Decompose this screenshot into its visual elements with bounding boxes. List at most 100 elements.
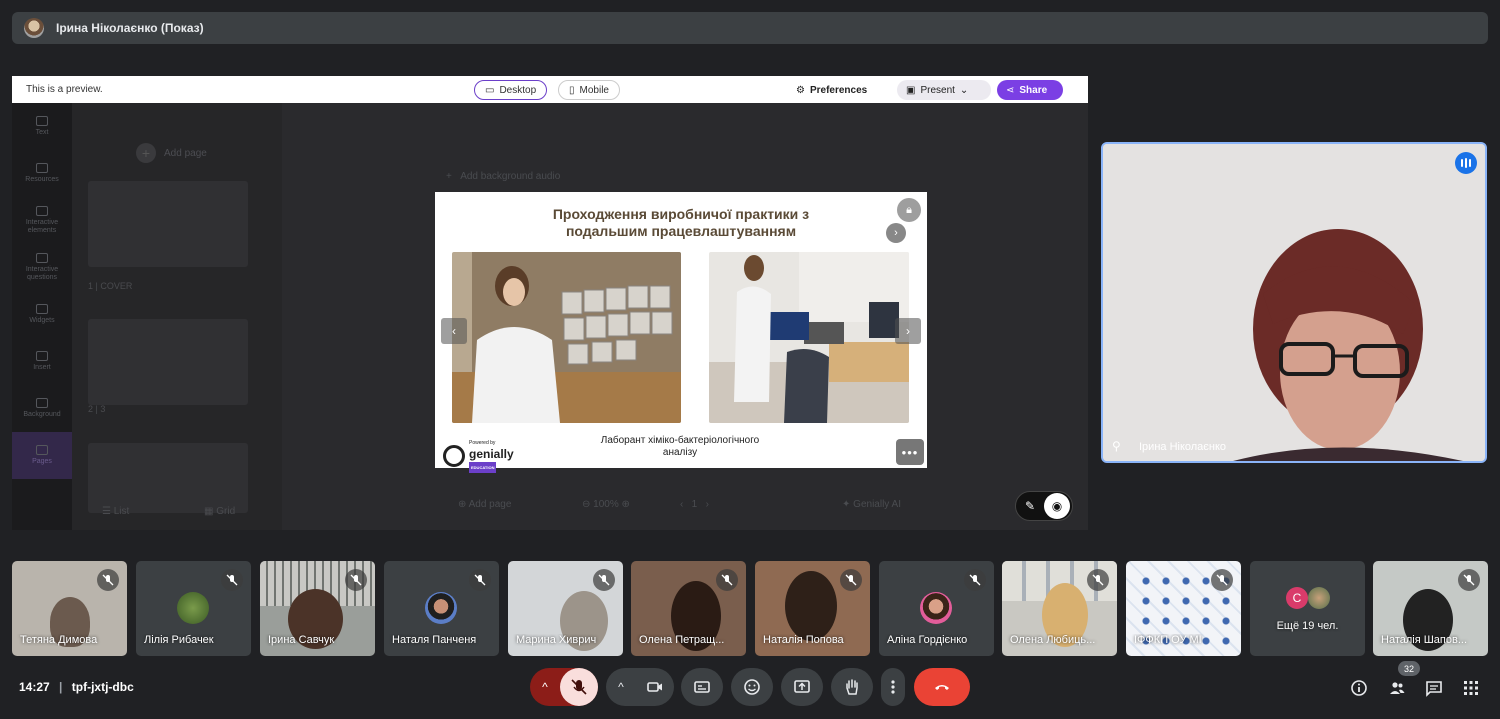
share-label: Share bbox=[1019, 84, 1048, 96]
eye-icon[interactable]: ◉ bbox=[1044, 493, 1070, 519]
audio-label: Add background audio bbox=[460, 171, 561, 182]
page-thumbnail[interactable] bbox=[88, 181, 248, 267]
more-participants-tile[interactable]: C Ещё 19 чел. bbox=[1250, 561, 1365, 656]
pin-icon[interactable]: ⚲ bbox=[1112, 439, 1121, 453]
genially-ai-label: Genially AI bbox=[853, 499, 901, 510]
emoji-button[interactable] bbox=[731, 668, 773, 706]
camera-button[interactable] bbox=[636, 678, 674, 696]
chevron-right-icon[interactable]: › bbox=[886, 223, 906, 243]
sidebar-item-insert[interactable]: Insert bbox=[12, 338, 72, 385]
sidebar-item-resources[interactable]: Resources bbox=[12, 150, 72, 197]
sidebar-item-interactive-elements[interactable]: Interactive elements bbox=[12, 197, 72, 244]
lock-icon[interactable]: 🔒︎ bbox=[897, 198, 921, 222]
mic-off-button[interactable] bbox=[560, 668, 598, 706]
participant-name: Олена Петращ... bbox=[639, 634, 725, 646]
divider: | bbox=[59, 680, 63, 694]
participant-tile[interactable]: Лілія Рибачек bbox=[136, 561, 251, 656]
preview-notice: This is a preview. bbox=[26, 84, 103, 95]
raise-hand-button[interactable] bbox=[831, 668, 873, 706]
share-icon: ⋖ bbox=[1006, 84, 1015, 96]
chat-button[interactable] bbox=[1422, 676, 1446, 700]
edit-preview-toggle[interactable]: ✎ ◉ bbox=[1015, 491, 1073, 521]
genially-preview-bar: This is a preview. ▭ Desktop ▯ Mobile ⚙ … bbox=[12, 76, 1088, 103]
participant-name: ІФФКП ОУ МІ bbox=[1134, 634, 1202, 646]
brand-name: genially bbox=[469, 447, 514, 461]
sidebar-label: Insert bbox=[33, 364, 51, 371]
page-thumbnail[interactable] bbox=[88, 443, 248, 513]
lab-photo-2 bbox=[709, 252, 909, 423]
share-button[interactable]: ⋖ Share bbox=[997, 80, 1063, 100]
monitor-icon: ▭ bbox=[485, 84, 495, 96]
participant-video bbox=[785, 571, 837, 641]
meeting-details-button[interactable] bbox=[1347, 676, 1371, 700]
sidebar-label: Text bbox=[35, 129, 49, 136]
add-page-button[interactable]: + Add page bbox=[136, 143, 207, 163]
view-list-button[interactable]: ☰ List bbox=[102, 506, 129, 517]
sidebar-item-text[interactable]: Text bbox=[12, 103, 72, 150]
camera-control: ^ bbox=[606, 668, 674, 706]
sidebar-label: Widgets bbox=[29, 317, 55, 324]
participant-name: Ірина Савчук bbox=[268, 634, 335, 646]
desktop-toggle[interactable]: ▭ Desktop bbox=[474, 80, 548, 100]
activities-button[interactable] bbox=[1459, 676, 1483, 700]
mic-off-icon bbox=[221, 569, 243, 591]
prev-image-button[interactable]: ‹ bbox=[441, 318, 467, 344]
footer-add-page[interactable]: ⊕ Add page bbox=[458, 499, 511, 510]
participant-tile[interactable]: Олена Петращ... bbox=[631, 561, 746, 656]
genially-wordmark: Powered by genially EDUCATION bbox=[469, 438, 514, 473]
plus-icon: + bbox=[136, 143, 156, 163]
present-screen-button[interactable] bbox=[781, 668, 823, 706]
sidebar-item-pages[interactable]: Pages bbox=[12, 432, 72, 479]
participant-tile[interactable]: Ірина Савчук bbox=[260, 561, 375, 656]
preferences-button[interactable]: ⚙ Preferences bbox=[787, 80, 876, 100]
view-grid-button[interactable]: ▦ Grid bbox=[204, 506, 235, 517]
participant-tile[interactable]: Тетяна Димова bbox=[12, 561, 127, 656]
sidebar-item-interactive-questions[interactable]: Interactive questions bbox=[12, 244, 72, 291]
genially-ai-button[interactable]: ✦ Genially AI bbox=[842, 499, 901, 510]
participant-tile[interactable]: Аліна Гордієнко bbox=[879, 561, 994, 656]
people-button[interactable] bbox=[1385, 676, 1409, 700]
question-icon bbox=[36, 253, 48, 263]
participant-tile[interactable]: ІФФКП ОУ МІ bbox=[1126, 561, 1241, 656]
mobile-toggle[interactable]: ▯ Mobile bbox=[558, 80, 620, 100]
slide-caption: Лаборант хіміко-бактеріологічного аналіз… bbox=[585, 435, 775, 459]
more-options-button[interactable]: ••• bbox=[896, 439, 924, 465]
chevron-up-icon[interactable]: ^ bbox=[530, 680, 560, 694]
meeting-info: 14:27 | tpf-jxtj-dbc bbox=[19, 680, 134, 694]
more-options-button[interactable] bbox=[881, 668, 905, 706]
participant-tile[interactable]: Наталя Панченя bbox=[384, 561, 499, 656]
slide-title: Проходження виробничої практики з подаль… bbox=[435, 206, 927, 240]
sidebar-item-background[interactable]: Background bbox=[12, 385, 72, 432]
zoom-control[interactable]: ⊖ 100% ⊕ bbox=[582, 499, 630, 510]
page-thumbnail[interactable] bbox=[88, 319, 248, 405]
participant-tile[interactable]: Марина Хиврич bbox=[508, 561, 623, 656]
more-participants-label: Ещё 19 чел. bbox=[1276, 620, 1339, 632]
page-label: 1 | COVER bbox=[88, 281, 133, 291]
leave-call-button[interactable] bbox=[914, 668, 970, 706]
chevron-down-icon: ⌄ bbox=[959, 84, 969, 96]
participant-tile[interactable]: Наталія Попова bbox=[755, 561, 870, 656]
brand-edu: EDUCATION bbox=[469, 462, 497, 473]
next-image-button[interactable]: › bbox=[895, 318, 921, 344]
participant-avatar bbox=[177, 592, 209, 624]
page-label: 2 | 3 bbox=[88, 404, 106, 414]
pencil-icon[interactable]: ✎ bbox=[1016, 499, 1044, 513]
participant-name: Тетяна Димова bbox=[20, 634, 98, 646]
speaker-tile[interactable]: ⚲ Ірина Ніколаєнко bbox=[1101, 142, 1487, 463]
participant-tile[interactable]: Олена Любиць... bbox=[1002, 561, 1117, 656]
slide: Проходження виробничої практики з подаль… bbox=[435, 192, 927, 473]
sidebar-item-widgets[interactable]: Widgets bbox=[12, 291, 72, 338]
slide-title-line: подальшим працевлаштуванням bbox=[565, 223, 797, 239]
present-button[interactable]: ▣ Present ⌄ bbox=[897, 80, 991, 100]
participant-avatar bbox=[920, 592, 952, 624]
captions-button[interactable] bbox=[681, 668, 723, 706]
background-icon bbox=[36, 398, 48, 408]
add-background-audio[interactable]: + Add background audio bbox=[446, 171, 560, 182]
chevron-up-icon[interactable]: ^ bbox=[606, 680, 636, 694]
participant-name: Наталія Шапов... bbox=[1381, 634, 1468, 646]
mic-off-icon bbox=[1458, 569, 1480, 591]
participant-tile[interactable]: Наталія Шапов... bbox=[1373, 561, 1488, 656]
mic-off-icon bbox=[1087, 569, 1109, 591]
page-navigator[interactable]: ‹ 1 › bbox=[680, 499, 709, 510]
slide-title-line: Проходження виробничої практики з bbox=[552, 206, 810, 222]
